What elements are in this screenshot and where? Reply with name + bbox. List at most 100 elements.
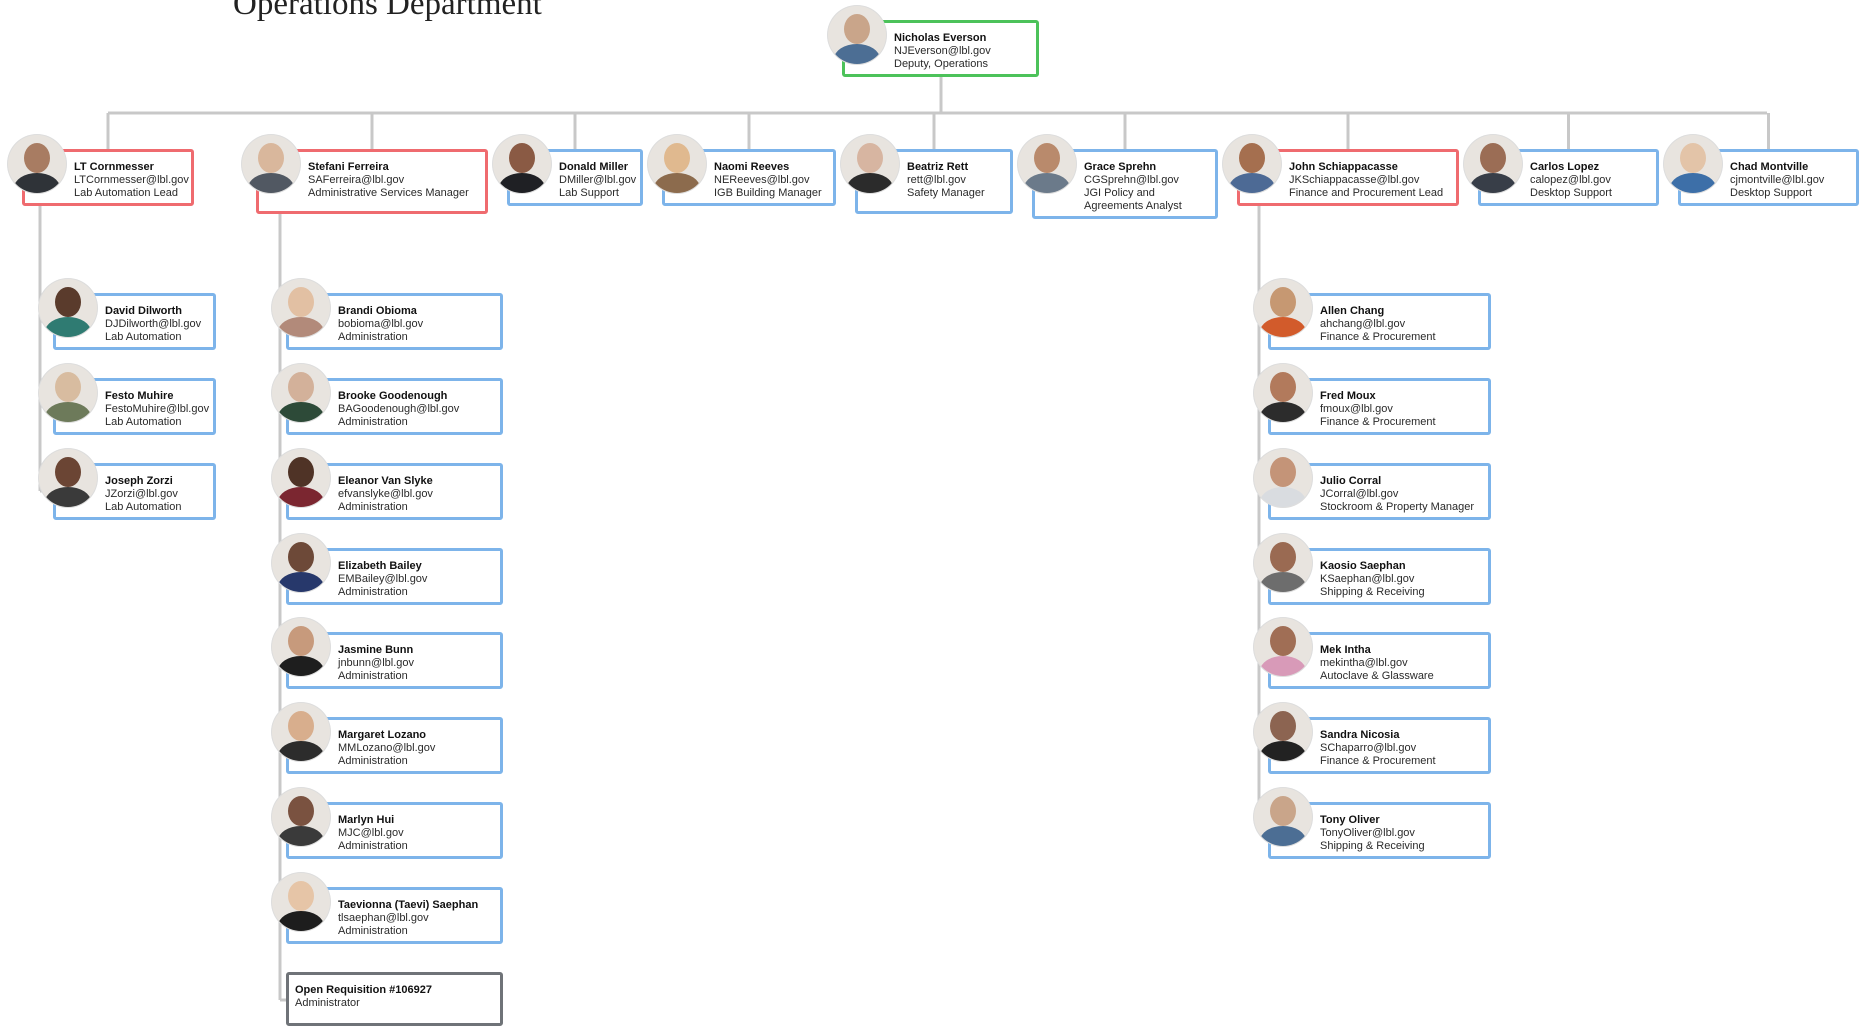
person-email: JZorzi@lbl.gov [105,488,178,500]
person-email: jnbunn@lbl.gov [338,657,414,669]
person-role: Administration [338,586,408,598]
avatar [272,534,330,592]
person-name: Naomi Reeves [714,161,790,173]
person-email: SAFerreira@lbl.gov [308,174,405,186]
avatar [648,135,706,193]
avatar [272,364,330,422]
person-role: Lab Automation Lead [74,187,178,199]
person-name: Julio Corral [1320,475,1382,487]
person-email: ahchang@lbl.gov [1320,318,1406,330]
person-email: NEReeves@lbl.gov [714,174,810,186]
avatar [493,135,551,193]
avatar [1223,135,1281,193]
person-name: Carlos Lopez [1530,161,1600,173]
person-name: Allen Chang [1320,305,1385,317]
person-email: DMiller@lbl.gov [559,174,637,186]
person-role: Lab Support [559,187,619,199]
avatar [841,135,899,193]
person-role: Stockroom & Property Manager [1320,501,1475,513]
person-email: efvanslyke@lbl.gov [338,488,433,500]
avatar [272,788,330,846]
avatar [1254,449,1312,507]
avatar [1464,135,1522,193]
person-email: TonyOliver@lbl.gov [1320,827,1415,839]
avatar [39,449,97,507]
person-email: CGSprehn@lbl.gov [1084,174,1179,186]
avatar [828,6,886,64]
person-email: EMBailey@lbl.gov [338,573,428,585]
person-name: LT Cornmesser [74,161,154,173]
person-role: Lab Automation [105,501,182,513]
avatar [1254,703,1312,761]
person-role: Administration [338,416,408,428]
person-email: fmoux@lbl.gov [1320,403,1393,415]
person-email: KSaephan@lbl.gov [1320,573,1415,585]
person-name: Eleanor Van Slyke [338,475,433,487]
person-email: BAGoodenough@lbl.gov [338,403,460,415]
person-role: Autoclave & Glassware [1320,670,1434,682]
person-role-extra: Agreements Analyst [1084,200,1182,212]
person-email: bobioma@lbl.gov [338,318,424,330]
person-name: Taevionna (Taevi) Saephan [338,899,479,911]
person-name: Elizabeth Bailey [338,560,422,572]
person-role: Deputy, Operations [894,58,988,70]
person-name: Stefani Ferreira [308,161,389,173]
person-role: Administrative Services Manager [308,187,469,199]
person-role: Administration [338,331,408,343]
person-role: Safety Manager [907,187,985,199]
person-role: Administration [338,501,408,513]
person-name: Brandi Obioma [338,305,417,317]
person-name: Fred Moux [1320,390,1376,402]
avatar [1254,279,1312,337]
avatar [1018,135,1076,193]
person-email: JKSchiappacasse@lbl.gov [1289,174,1420,186]
person-email: cjmontville@lbl.gov [1730,174,1825,186]
person-email: MJC@lbl.gov [338,827,404,839]
person-name: Margaret Lozano [338,729,427,741]
avatar [272,873,330,931]
person-name: Beatriz Rett [907,161,969,173]
person-name: Grace Sprehn [1084,161,1157,173]
person-role: Finance & Procurement [1320,416,1436,428]
person-role: Finance & Procurement [1320,331,1436,343]
person-name: Chad Montville [1730,161,1809,173]
person-email: calopez@lbl.gov [1530,174,1611,186]
person-name: Sandra Nicosia [1320,729,1400,741]
person-email: MMLozano@lbl.gov [338,742,436,754]
person-role: Administration [338,925,408,937]
person-role: JGI Policy and [1084,187,1155,199]
person-name: David Dilworth [105,305,183,317]
avatar [8,135,66,193]
person-name: John Schiappacasse [1289,161,1398,173]
person-name: Joseph Zorzi [105,475,173,487]
person-role: Desktop Support [1730,187,1812,199]
person-role: Administration [338,840,408,852]
avatar [1254,534,1312,592]
person-email: SChaparro@lbl.gov [1320,742,1417,754]
person-role: Finance and Procurement Lead [1289,187,1444,199]
avatar [1254,364,1312,422]
person-name: Festo Muhire [105,390,174,402]
avatar [39,364,97,422]
person-name: Donald Miller [559,161,629,173]
person-role: Shipping & Receiving [1320,586,1425,598]
person-email: mekintha@lbl.gov [1320,657,1408,669]
person-role: Administrator [295,997,360,1009]
person-email: JCorral@lbl.gov [1320,488,1399,500]
person-role: Lab Automation [105,331,182,343]
person-name: Nicholas Everson [894,32,987,44]
person-role: Administration [338,755,408,767]
person-name: Open Requisition #106927 [295,984,432,996]
avatar [1254,618,1312,676]
person-role: Finance & Procurement [1320,755,1436,767]
person-name: Brooke Goodenough [338,390,448,402]
avatar [39,279,97,337]
person-role: Lab Automation [105,416,182,428]
avatar [1664,135,1722,193]
person-name: Jasmine Bunn [338,644,414,656]
person-email: NJEverson@lbl.gov [894,45,991,57]
person-role: Desktop Support [1530,187,1612,199]
avatar [272,279,330,337]
avatar [242,135,300,193]
person-email: rett@lbl.gov [907,174,966,186]
